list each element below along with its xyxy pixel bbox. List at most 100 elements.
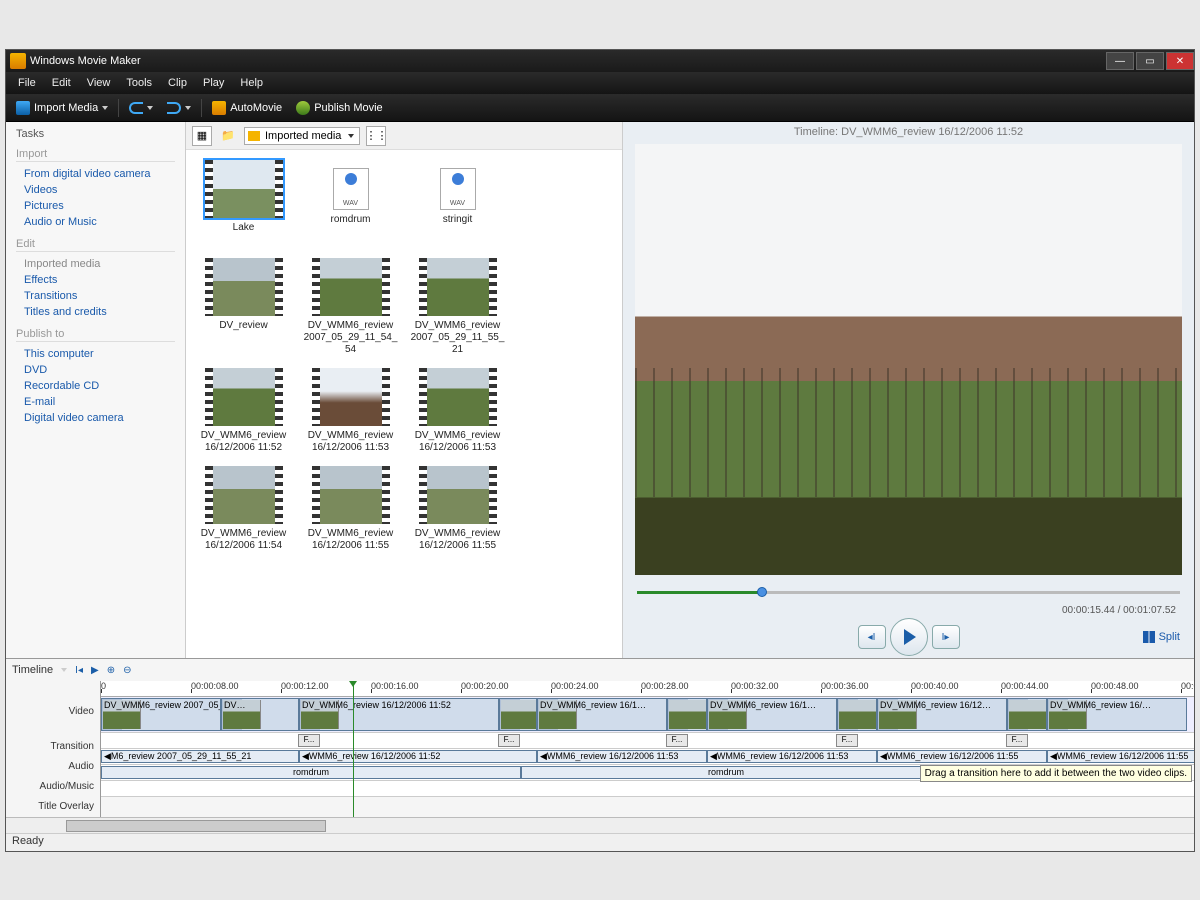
collection-item[interactable]: DV_WMM6_review 2007_05_29_11_54_54: [303, 258, 398, 356]
video-clip[interactable]: [499, 698, 537, 731]
zoom-out-button[interactable]: ⊖: [123, 665, 131, 676]
collection-item[interactable]: DV_WMM6_review 16/12/2006 11:53: [410, 368, 505, 454]
menu-file[interactable]: File: [10, 75, 44, 91]
track-label: Audio: [6, 757, 94, 777]
collection-item[interactable]: DV_WMM6_review 16/12/2006 11:53: [303, 368, 398, 454]
menu-tools[interactable]: Tools: [118, 75, 160, 91]
task-link[interactable]: Transitions: [16, 288, 175, 304]
video-clip[interactable]: DV_WMM6_review 16/1…: [707, 698, 837, 731]
split-button[interactable]: Split: [1143, 631, 1180, 643]
minimize-button[interactable]: —: [1106, 52, 1134, 70]
automovie-button[interactable]: AutoMovie: [208, 99, 286, 117]
video-clip[interactable]: DV_WMM6_review 16/12…: [877, 698, 1007, 731]
transition-clip[interactable]: F...: [666, 734, 688, 747]
collection-item[interactable]: WAVromdrum: [303, 160, 398, 246]
video-clip[interactable]: DV_WMM6_review 2007_05_29…: [101, 698, 221, 731]
music-clip[interactable]: romdrum: [101, 766, 521, 779]
video-clip[interactable]: DV_WMM6_review 16/1…: [537, 698, 667, 731]
audio-clip[interactable]: ◀WMM6_review 16/12/2006 11:52: [299, 750, 537, 763]
undo-icon: [129, 102, 143, 114]
video-track[interactable]: DV_WMM6_review 2007_05_29…DV…DV_WMM6_rev…: [101, 697, 1194, 733]
playhead[interactable]: [353, 681, 354, 817]
collection-item[interactable]: WAVstringit: [410, 160, 505, 246]
menu-clip[interactable]: Clip: [160, 75, 195, 91]
ruler-tick: 00:00:08.00: [191, 681, 239, 691]
title-overlay-track[interactable]: [101, 781, 1194, 797]
audio-clip[interactable]: ◀WMM6_review 16/12/2006 11:55: [1047, 750, 1194, 763]
collection-item[interactable]: DV_WMM6_review 16/12/2006 11:54: [196, 466, 291, 552]
chevron-down-icon[interactable]: [61, 668, 67, 672]
timeline-ruler[interactable]: 000:00:08.0000:00:12.0000:00:16.0000:00:…: [101, 681, 1194, 697]
collection-dropdown[interactable]: Imported media: [244, 127, 360, 145]
timeline-scrollbar[interactable]: [6, 817, 1194, 833]
transition-track[interactable]: F... F... F... F... F...: [101, 733, 1194, 749]
task-link[interactable]: DVD: [16, 362, 175, 378]
audio-clip[interactable]: ◀WMM6_review 16/12/2006 11:53: [537, 750, 707, 763]
prev-frame-button[interactable]: ◂I: [858, 625, 886, 649]
menu-play[interactable]: Play: [195, 75, 232, 91]
task-link[interactable]: Videos: [16, 182, 175, 198]
playback-time: 00:00:15.44 / 00:01:07.52: [623, 601, 1194, 616]
ruler-tick: 00:00:16.00: [371, 681, 419, 691]
video-clip[interactable]: [837, 698, 877, 731]
video-clip[interactable]: DV…: [221, 698, 299, 731]
menu-help[interactable]: Help: [232, 75, 271, 91]
music-clip[interactable]: romdrum: [521, 766, 931, 779]
task-link[interactable]: Titles and credits: [16, 304, 175, 320]
publish-movie-button[interactable]: Publish Movie: [292, 99, 386, 117]
transition-clip[interactable]: F...: [1006, 734, 1028, 747]
task-link[interactable]: This computer: [16, 346, 175, 362]
main-area: Tasks ImportFrom digital video cameraVid…: [6, 122, 1194, 658]
chevron-down-icon: [185, 106, 191, 110]
task-link[interactable]: Audio or Music: [16, 214, 175, 230]
video-clip[interactable]: [1007, 698, 1047, 731]
film-thumb: [312, 466, 390, 524]
next-frame-button[interactable]: I▸: [932, 625, 960, 649]
view-thumbnails-button[interactable]: ▦: [192, 126, 212, 146]
audio-track[interactable]: ◀M6_review 2007_05_29_11_55_21◀WMM6_revi…: [101, 749, 1194, 765]
video-clip[interactable]: DV_WMM6_review 16/…: [1047, 698, 1187, 731]
task-link[interactable]: From digital video camera: [16, 166, 175, 182]
timeline-tracks[interactable]: 000:00:08.0000:00:12.0000:00:16.0000:00:…: [100, 681, 1194, 817]
import-media-button[interactable]: Import Media: [12, 99, 112, 117]
task-link[interactable]: Digital video camera: [16, 410, 175, 426]
import-icon: [16, 101, 30, 115]
seek-bar[interactable]: [637, 585, 1180, 601]
collection-item[interactable]: DV_WMM6_review 16/12/2006 11:55: [410, 466, 505, 552]
seek-knob[interactable]: [757, 587, 767, 597]
redo-button[interactable]: [163, 100, 195, 116]
ruler-tick: 00:00:48.00: [1091, 681, 1139, 691]
task-link[interactable]: E-mail: [16, 394, 175, 410]
collection-item[interactable]: DV_WMM6_review 16/12/2006 11:55: [303, 466, 398, 552]
transition-clip[interactable]: F...: [836, 734, 858, 747]
publish-icon: [296, 101, 310, 115]
rewind-button[interactable]: I◂: [75, 665, 83, 676]
tasks-title: Tasks: [16, 128, 175, 140]
video-clip[interactable]: DV_WMM6_review 16/12/2006 11:52: [299, 698, 499, 731]
tasks-pane: Tasks ImportFrom digital video cameraVid…: [6, 122, 186, 658]
video-clip[interactable]: [667, 698, 707, 731]
task-link[interactable]: Effects: [16, 272, 175, 288]
view-folders-button[interactable]: 📁: [218, 126, 238, 146]
zoom-in-button[interactable]: ⊕: [107, 665, 115, 676]
menu-view[interactable]: View: [79, 75, 119, 91]
menu-edit[interactable]: Edit: [44, 75, 79, 91]
collection-item[interactable]: DV_review: [196, 258, 291, 356]
audio-clip[interactable]: ◀WMM6_review 16/12/2006 11:55: [877, 750, 1047, 763]
undo-button[interactable]: [125, 100, 157, 116]
collection-item[interactable]: DV_WMM6_review 2007_05_29_11_55_21: [410, 258, 505, 356]
maximize-button[interactable]: ▭: [1136, 52, 1164, 70]
window-title: Windows Movie Maker: [30, 55, 1104, 67]
transition-clip[interactable]: F...: [498, 734, 520, 747]
transition-clip[interactable]: F...: [298, 734, 320, 747]
arrange-button[interactable]: ⋮⋮: [366, 126, 386, 146]
collection-item[interactable]: DV_WMM6_review 16/12/2006 11:52: [196, 368, 291, 454]
audio-clip[interactable]: ◀WMM6_review 16/12/2006 11:53: [707, 750, 877, 763]
play-timeline-button[interactable]: ▶: [91, 665, 99, 676]
collection-item[interactable]: Lake: [196, 160, 291, 246]
task-link[interactable]: Pictures: [16, 198, 175, 214]
close-button[interactable]: ✕: [1166, 52, 1194, 70]
task-link[interactable]: Recordable CD: [16, 378, 175, 394]
play-button[interactable]: [890, 618, 928, 656]
audio-clip[interactable]: ◀M6_review 2007_05_29_11_55_21: [101, 750, 299, 763]
